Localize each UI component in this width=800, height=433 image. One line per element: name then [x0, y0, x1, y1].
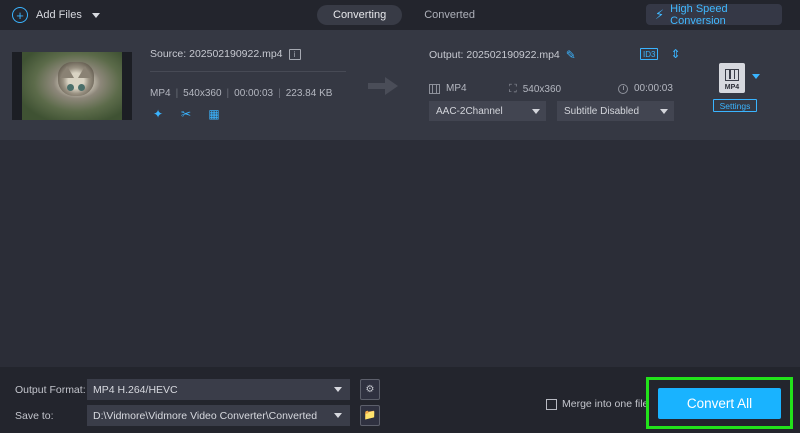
source-label: Source: 202502190922.mp4 [150, 48, 283, 60]
output-filename: Output: 202502190922.mp4 ✎ [429, 48, 576, 62]
source-resolution: 540x360 [183, 88, 222, 99]
arrow-right-icon [368, 77, 398, 95]
output-metadata: MP4 ⛶ 540x360 00:00:03 [429, 83, 675, 97]
tab-converting[interactable]: Converting [317, 5, 403, 25]
edit-effects-icon[interactable]: ▦ [207, 107, 221, 121]
output-format: MP4 [446, 83, 467, 94]
save-to-label: Save to: [15, 410, 54, 422]
output-format-value: MP4 H.264/HEVC [93, 383, 178, 396]
save-to-value: D:\Vidmore\Vidmore Video Converter\Conve… [93, 409, 318, 422]
high-speed-label: High Speed Conversion [670, 2, 728, 27]
output-format-select[interactable]: MP4 H.264/HEVC [87, 379, 350, 400]
cat-ear-left [60, 66, 74, 78]
chevron-down-icon [532, 109, 540, 114]
info-icon[interactable]: i [288, 48, 301, 60]
output-duration-item: 00:00:03 [618, 83, 673, 94]
add-files-button[interactable]: + Add Files [12, 6, 100, 24]
compress-icon[interactable]: ⇕ [670, 48, 680, 60]
source-format: MP4 [150, 88, 171, 99]
folder-icon: 📁 [363, 410, 377, 421]
audio-track-value: AAC-2Channel [436, 105, 503, 117]
format-settings-button[interactable]: ⚙ [360, 379, 380, 400]
pencil-icon[interactable]: ✎ [566, 48, 576, 62]
clock-icon [618, 83, 628, 94]
output-resolution-item: ⛶ 540x360 [509, 83, 561, 96]
chevron-down-icon[interactable] [91, 12, 100, 18]
scissors-icon[interactable]: ✂ [179, 107, 193, 121]
format-thumb-label: MP4 [724, 84, 740, 91]
cat-ear-right [78, 66, 92, 78]
output-format-thumbnail[interactable]: MP4 [719, 63, 745, 93]
output-duration: 00:00:03 [634, 83, 673, 94]
separator: | [226, 88, 230, 99]
enhance-icon[interactable]: ✦ [151, 107, 165, 121]
cat-eye-left [67, 84, 74, 91]
output-resolution: 540x360 [522, 84, 562, 95]
save-to-select[interactable]: D:\Vidmore\Vidmore Video Converter\Conve… [87, 405, 350, 426]
subtitle-value: Subtitle Disabled [564, 105, 640, 117]
subtitle-select[interactable]: Subtitle Disabled [557, 101, 674, 121]
top-toolbar: + Add Files Converting Converted ⚡ High … [0, 0, 800, 30]
merge-option[interactable]: Merge into one file [546, 398, 648, 410]
source-duration: 00:00:03 [234, 88, 274, 99]
output-label: Output: 202502190922.mp4 [429, 49, 560, 61]
chevron-down-icon [334, 387, 342, 392]
high-speed-conversion-button[interactable]: ⚡ High Speed Conversion [646, 2, 782, 27]
divider [150, 71, 346, 72]
merge-label: Merge into one file [562, 398, 649, 410]
film-icon [725, 69, 739, 81]
source-metadata: MP4 | 540x360 | 00:00:03 | 223.84 KB [150, 88, 332, 99]
output-format-label: Output Format: [15, 384, 86, 396]
output-tools: ID3 ⇕ [640, 48, 681, 60]
edit-tools: ✦ ✂ ▦ [151, 107, 221, 121]
source-filename: Source: 202502190922.mp4 i [150, 48, 301, 60]
open-folder-button[interactable]: 📁 [360, 405, 380, 426]
conversion-tabs: Converting Converted [317, 5, 491, 25]
audio-track-select[interactable]: AAC-2Channel [429, 101, 546, 121]
format-dropdown-icon[interactable] [752, 74, 760, 79]
convert-all-button[interactable]: Convert All [658, 388, 781, 419]
chevron-down-icon [334, 413, 342, 418]
cat-eye-right [78, 84, 85, 91]
merge-checkbox[interactable] [546, 398, 557, 410]
tab-converted[interactable]: Converted [408, 5, 491, 25]
thumbnail-image [22, 52, 122, 120]
source-size: 223.84 KB [285, 88, 333, 99]
lightning-icon: ⚡ [655, 6, 665, 22]
plus-circle-icon: + [12, 7, 28, 23]
video-thumbnail[interactable] [12, 52, 132, 120]
film-icon [429, 83, 440, 94]
resolution-icon: ⛶ [509, 83, 517, 95]
cat-image [58, 62, 94, 96]
separator: | [278, 88, 281, 99]
separator: | [175, 88, 179, 99]
add-files-label: Add Files [36, 9, 82, 21]
settings-button[interactable]: Settings [713, 99, 757, 112]
output-format-item: MP4 [429, 83, 467, 94]
gear-icon: ⚙ [365, 384, 375, 395]
chevron-down-icon [660, 109, 668, 114]
id3-tag-icon[interactable]: ID3 [640, 48, 659, 60]
